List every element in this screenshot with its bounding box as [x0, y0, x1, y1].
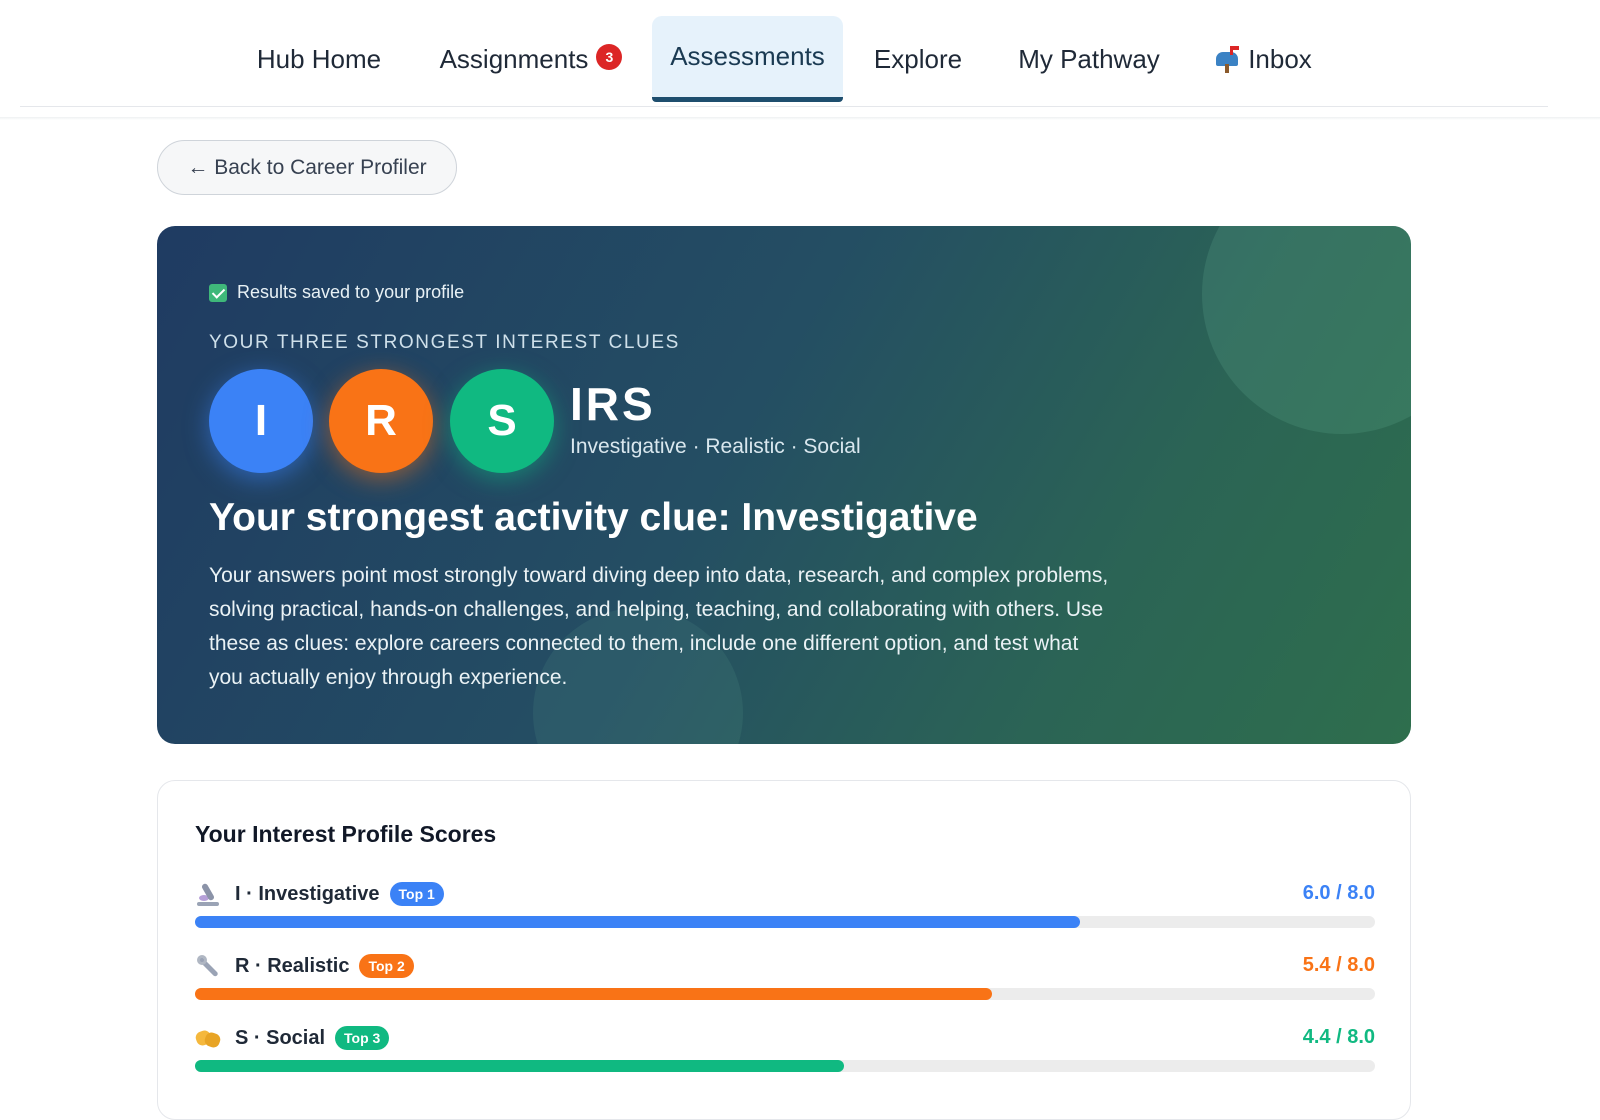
microscope-icon	[195, 881, 221, 907]
score-name: I · Investigative	[235, 882, 380, 905]
tab-label: Explore	[873, 43, 963, 74]
handshake-icon	[194, 1025, 222, 1051]
score-bar-fill	[195, 916, 1080, 928]
saved-text: Results saved to your profile	[237, 282, 465, 302]
score-row-realistic: R · Realistic Top 2 5.4 / 8.0	[195, 952, 1375, 1012]
score-name: R · Realistic	[235, 954, 350, 977]
tab-label: Assessments	[670, 41, 825, 71]
results-description: Your answers point most strongly toward …	[209, 564, 1109, 689]
tab-explore[interactable]: Explore	[862, 16, 974, 102]
rank-badge: Top 2	[359, 954, 414, 978]
tab-assessments[interactable]: Assessments	[652, 16, 843, 102]
tab-label: Inbox	[1248, 43, 1312, 74]
score-bar-track	[195, 916, 1375, 928]
back-to-career-profiler-button[interactable]: ← Back to Career Profiler	[157, 140, 457, 195]
decorative-circle	[1202, 226, 1411, 434]
tab-my-pathway[interactable]: My Pathway	[998, 16, 1180, 102]
tab-inbox[interactable]: Inbox	[1208, 16, 1320, 102]
score-bar-track	[195, 988, 1375, 1000]
tab-label: Assignments	[439, 43, 589, 74]
eyebrow-label: YOUR THREE STRONGEST INTEREST CLUES	[209, 332, 680, 353]
score-bar-track	[195, 1060, 1375, 1072]
checkmark-icon	[209, 283, 227, 302]
nav-divider	[0, 117, 1600, 120]
tab-hub-home[interactable]: Hub Home	[238, 16, 400, 102]
score-bar-fill	[195, 988, 992, 1000]
score-row-social: S · Social Top 3 4.4 / 8.0	[194, 1024, 1375, 1084]
rank-badge: Top 1	[389, 882, 444, 906]
score-value: 5.4 / 8.0	[1302, 954, 1375, 976]
interest-scores-card: Your Interest Profile Scores I · Investi…	[157, 780, 1411, 1120]
interest-code: IRS	[570, 378, 656, 430]
page-title: Your strongest activity clue: Investigat…	[209, 496, 978, 539]
tab-assignments[interactable]: Assignments 3	[428, 16, 634, 102]
score-value: 4.4 / 8.0	[1302, 1026, 1375, 1048]
letter-badge-realistic: R	[329, 369, 433, 473]
score-row-investigative: I · Investigative Top 1 6.0 / 8.0	[195, 880, 1375, 940]
section-title: Your Interest Profile Scores	[195, 821, 497, 847]
notification-badge: 3	[596, 44, 623, 70]
score-bar-fill	[195, 1060, 844, 1072]
wrench-icon	[195, 953, 221, 979]
rank-badge: Top 3	[335, 1026, 390, 1050]
saved-status: Results saved to your profile	[209, 282, 464, 303]
score-name: S · Social	[235, 1026, 326, 1049]
top-nav: Hub Home Assignments 3 Assessments Explo…	[20, 0, 1548, 107]
interest-code-names: Investigative · Realistic · Social	[570, 435, 861, 458]
back-button-label: ← Back to Career Profiler	[187, 155, 427, 179]
score-value: 6.0 / 8.0	[1302, 882, 1375, 904]
mailbox-icon	[1216, 46, 1240, 73]
letter-badge-social: S	[450, 369, 554, 473]
letter-badge-investigative: I	[209, 369, 313, 473]
results-hero-card: Results saved to your profile YOUR THREE…	[157, 226, 1411, 744]
tab-label: My Pathway	[1018, 43, 1160, 74]
tab-label: Hub Home	[256, 43, 382, 74]
